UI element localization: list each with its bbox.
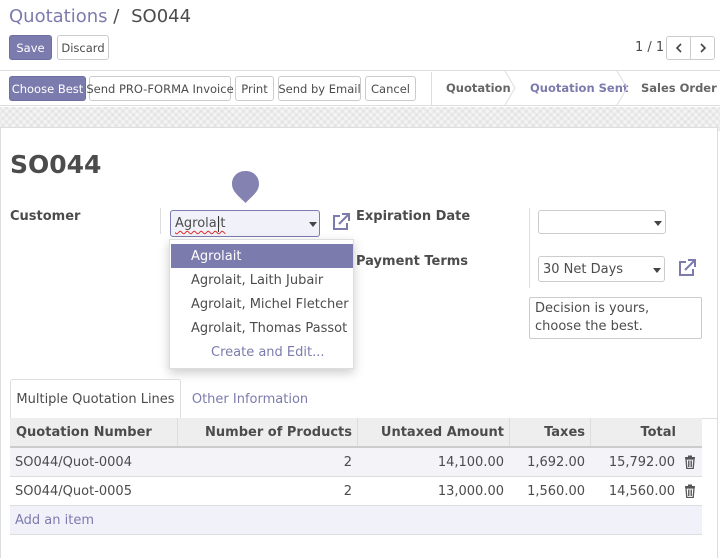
pager-value[interactable]: 1 / 1: [635, 40, 664, 55]
table-row[interactable]: SO044/Quot-0004 2 14,100.00 1,692.00 15,…: [10, 448, 702, 477]
external-link-icon[interactable]: [331, 212, 351, 232]
stage-sales-order[interactable]: Sales Order: [641, 71, 717, 105]
dropdown-option[interactable]: Agrolait, Michel Fletcher: [171, 292, 353, 316]
customer-input[interactable]: Agrolait: [170, 210, 320, 237]
field-separator: [529, 208, 530, 288]
chevron-left-icon: [675, 43, 682, 53]
trash-icon[interactable]: [683, 455, 697, 469]
pager-previous-button[interactable]: [666, 36, 691, 60]
create-and-edit-option[interactable]: Create and Edit...: [171, 340, 353, 364]
payment-terms-label: Payment Terms: [356, 254, 469, 269]
chevron-down-icon: [653, 268, 661, 273]
stage-quotation[interactable]: Quotation: [446, 71, 511, 105]
send-by-email-button[interactable]: Send by Email: [278, 76, 361, 101]
save-button[interactable]: Save: [9, 35, 52, 60]
table-row[interactable]: SO044/Quot-0005 2 13,000.00 1,560.00 14,…: [10, 477, 702, 506]
breadcrumb-quotations-link[interactable]: Quotations: [9, 6, 108, 27]
quotation-note-field[interactable]: Decision is yours, choose the best.: [529, 297, 702, 339]
quotation-number-cell: SO044/Quot-0005: [15, 483, 132, 499]
tab-other-information[interactable]: Other Information: [190, 379, 310, 419]
print-button[interactable]: Print: [235, 76, 274, 101]
chevron-down-icon: [654, 221, 662, 226]
table-header: Quotation Number Number of Products Unta…: [10, 418, 702, 448]
quotation-number-cell: SO044/Quot-0004: [15, 454, 132, 470]
choose-best-button[interactable]: Choose Best: [9, 76, 86, 101]
expiration-date-input[interactable]: [538, 210, 666, 234]
customer-label: Customer: [10, 209, 81, 224]
customer-autocomplete-dropdown: Agrolait Agrolait, Laith Jubair Agrolait…: [169, 239, 354, 369]
taxes-cell: 1,692.00: [527, 454, 585, 470]
column-header-quotation-number[interactable]: Quotation Number: [10, 418, 178, 446]
send-pro-forma-button[interactable]: Send PRO-FORMA Invoice: [86, 76, 234, 101]
taxes-cell: 1,560.00: [527, 483, 585, 499]
pager-next-button[interactable]: [690, 36, 715, 60]
breadcrumb-current: SO044: [131, 6, 192, 27]
payment-terms-select[interactable]: 30 Net Days: [538, 256, 665, 282]
field-separator: [160, 208, 161, 234]
stage-separator-icon: [504, 71, 516, 105]
discard-button[interactable]: Discard: [57, 35, 109, 60]
number-of-products-cell: 2: [343, 483, 352, 499]
cancel-button[interactable]: Cancel: [365, 76, 416, 101]
text-caret: [218, 216, 219, 232]
column-header-total[interactable]: Total: [591, 418, 681, 446]
trash-icon[interactable]: [683, 484, 697, 498]
expiration-date-label: Expiration Date: [356, 209, 471, 224]
external-link-icon[interactable]: [677, 258, 697, 278]
add-item-row: Add an item: [10, 506, 702, 535]
total-cell: 15,792.00: [608, 454, 675, 470]
tab-multiple-quotation-lines[interactable]: Multiple Quotation Lines: [10, 379, 181, 419]
chevron-down-icon: [309, 222, 317, 227]
untaxed-amount-cell: 13,000.00: [437, 483, 504, 499]
control-panel: Quotations / SO044 Save Discard 1 / 1: [0, 0, 720, 70]
untaxed-amount-cell: 14,100.00: [437, 454, 504, 470]
record-title: SO044: [10, 150, 102, 179]
statusbar: Choose Best Send PRO-FORMA Invoice Print…: [0, 70, 720, 106]
stage-separator-icon: [616, 71, 628, 105]
statusbar-divider: [431, 72, 432, 105]
location-marker-icon: [232, 171, 259, 203]
breadcrumb-separator: /: [113, 6, 120, 27]
payment-terms-value: 30 Net Days: [543, 262, 624, 277]
dropdown-option[interactable]: Agrolait, Thomas Passot: [171, 316, 353, 340]
total-cell: 14,560.00: [608, 483, 675, 499]
chevron-right-icon: [699, 43, 706, 53]
dropdown-option[interactable]: Agrolait: [171, 244, 353, 268]
column-header-number-of-products[interactable]: Number of Products: [178, 418, 358, 446]
column-header-taxes[interactable]: Taxes: [510, 418, 591, 446]
dropdown-option[interactable]: Agrolait, Laith Jubair: [171, 268, 353, 292]
stage-quotation-sent[interactable]: Quotation Sent: [530, 71, 628, 105]
add-an-item-link[interactable]: Add an item: [15, 513, 94, 528]
breadcrumb: Quotations / SO044: [9, 6, 191, 27]
number-of-products-cell: 2: [343, 454, 352, 470]
column-header-untaxed-amount[interactable]: Untaxed Amount: [358, 418, 510, 446]
